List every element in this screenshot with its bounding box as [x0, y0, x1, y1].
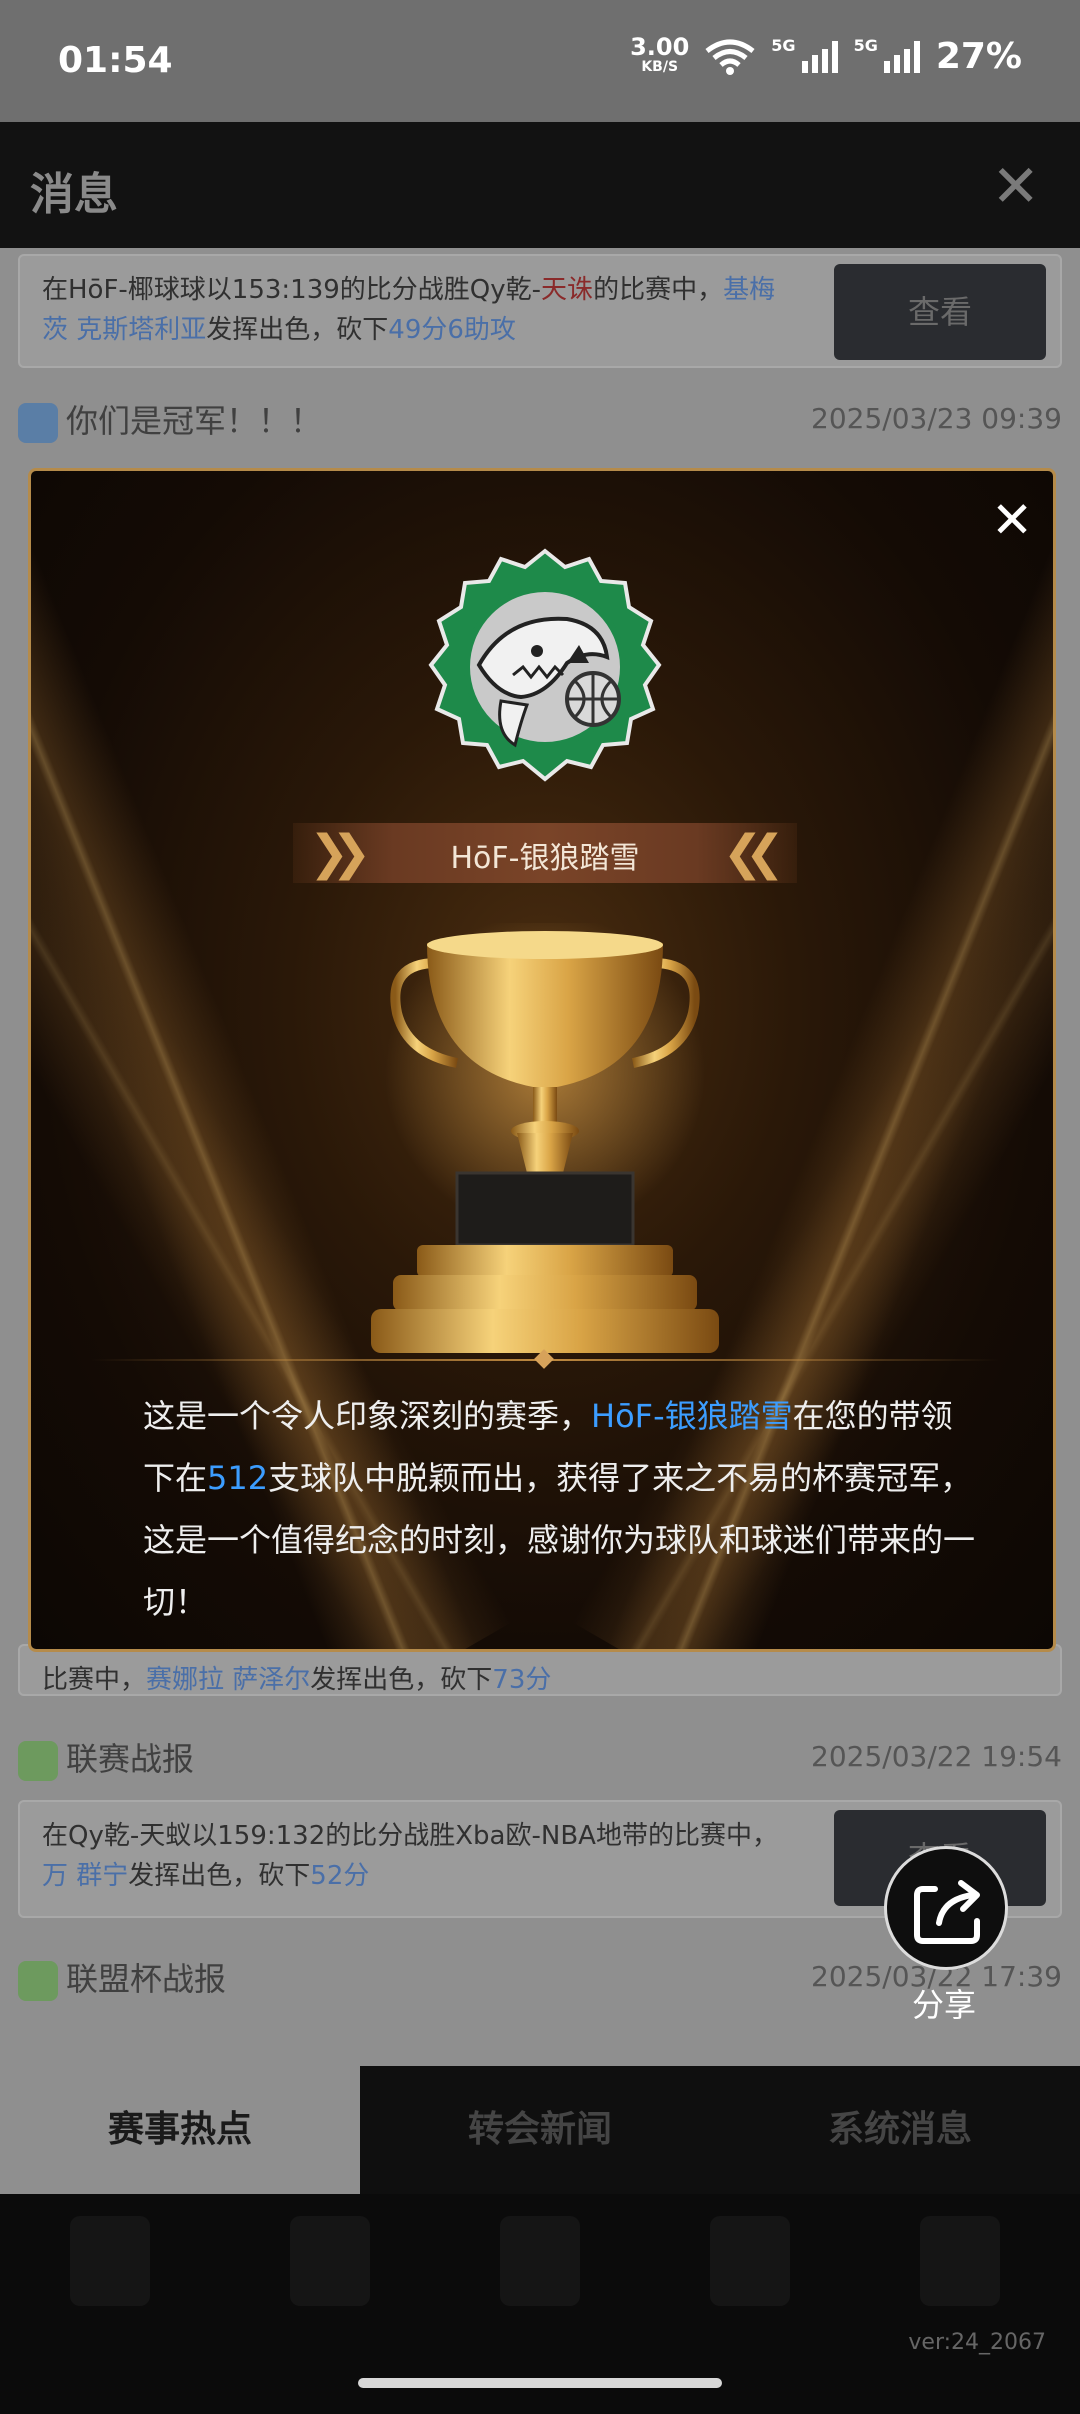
- team-name: HōF-银狼踏雪: [450, 841, 640, 876]
- message-title: 你们是冠军！！！: [66, 402, 323, 440]
- speaker-icon: [18, 1741, 58, 1781]
- message-card: 在HōF-椰球球以153:139的比分战胜Qy乾-天诛的比赛中，基梅茨 克斯塔利…: [18, 254, 1062, 368]
- network-type-2: 5G: [853, 36, 878, 55]
- bottom-tabs: 赛事热点 转会新闻 系统消息: [0, 2066, 1080, 2194]
- nav-icon[interactable]: [710, 2216, 790, 2306]
- message-row-champion[interactable]: 你们是冠军！！！ 2025/03/23 09:39: [18, 396, 1062, 456]
- stat-highlight: 49分6助攻: [388, 315, 516, 345]
- status-bar: 01:54 3.00 KB/S 5G 5G 27%: [0, 0, 1080, 122]
- speaker-icon: [18, 1961, 58, 2001]
- nav-icon[interactable]: [70, 2216, 150, 2306]
- message-text: 在Qy乾-天蚁以159:132的比分战胜Xba欧-NBA地带的比赛中，: [42, 1821, 778, 1851]
- battery-level: 27%: [935, 36, 1022, 77]
- nav-icon[interactable]: [290, 2216, 370, 2306]
- message-date: 2025/03/22 19:54: [811, 1740, 1062, 1773]
- team-name-banner: ❯❯ HōF-银狼踏雪 ❮❮: [293, 823, 797, 883]
- team-shark-logo: [428, 548, 662, 782]
- trophy-icon: [371, 923, 719, 1353]
- share-button[interactable]: [884, 1846, 1008, 1970]
- message-title: 联盟杯战报: [66, 1960, 227, 1998]
- signal-icon-2: [883, 40, 920, 73]
- message-text: 的比赛中，: [593, 275, 724, 305]
- divider: [91, 1349, 999, 1369]
- message-date: 2025/03/23 09:39: [811, 402, 1062, 435]
- description-text: 这是一个令人印象深刻的赛季，: [143, 1397, 592, 1435]
- page-header: 消息 ✕: [0, 122, 1080, 248]
- message-row-league[interactable]: 联赛战报 2025/03/22 19:54: [18, 1734, 1062, 1794]
- champion-description: 这是一个令人印象深刻的赛季，HōF-银狼踏雪在您的带领下在512支球队中脱颖而出…: [143, 1385, 983, 1633]
- description-text: 支球队中脱颖而出，获得了来之不易的杯赛冠军，这是一个值得纪念的时刻，感谢你为球队…: [143, 1459, 976, 1621]
- message-title: 联赛战报: [66, 1740, 195, 1778]
- message-text: 比赛中，: [42, 1665, 147, 1695]
- share-label: 分享: [912, 1986, 977, 2024]
- network-speed: 3.00 KB/S: [630, 35, 689, 77]
- tab-hot-events[interactable]: 赛事热点: [0, 2066, 360, 2194]
- stat-highlight: 73分: [492, 1665, 552, 1695]
- message-text: 发挥出色，砍下: [206, 315, 389, 345]
- close-icon[interactable]: ✕: [991, 152, 1040, 220]
- opponent-highlight: 天诛: [541, 275, 594, 305]
- version-label: ver:24_2067: [908, 2330, 1046, 2355]
- wifi-icon: [705, 39, 755, 75]
- share-icon: [914, 1880, 980, 1944]
- network-type-1: 5G: [771, 36, 796, 55]
- tab-transfer-news[interactable]: 转会新闻: [360, 2066, 720, 2194]
- home-indicator[interactable]: [358, 2378, 722, 2388]
- bottom-nav: ver:24_2067: [0, 2194, 1080, 2414]
- nav-icon[interactable]: [500, 2216, 580, 2306]
- champion-modal: ✕ ❯❯ HōF-银狼踏雪 ❮❮ 这是一个令人印象深刻的赛季，HōF-银狼踏雪在…: [28, 468, 1056, 1652]
- modal-close-icon[interactable]: ✕: [991, 491, 1033, 549]
- message-text: 在HōF-椰球球以153:139的比分战胜Qy乾-: [42, 275, 542, 305]
- chevron-left-icon: ❮❮: [722, 825, 786, 881]
- nav-icon[interactable]: [920, 2216, 1000, 2306]
- player-name-link[interactable]: 万 群宁: [42, 1861, 128, 1891]
- team-count-highlight: 512: [207, 1459, 269, 1497]
- signal-icon-1: [801, 40, 838, 73]
- view-button[interactable]: 查看: [834, 264, 1046, 360]
- tab-system-messages[interactable]: 系统消息: [720, 2066, 1080, 2194]
- status-icons: 3.00 KB/S 5G 5G 27%: [630, 35, 1022, 78]
- news-icon: [18, 403, 58, 443]
- message-text: 发挥出色，砍下: [128, 1861, 311, 1891]
- player-name-link[interactable]: 赛娜拉 萨泽尔: [146, 1665, 310, 1694]
- message-text: 发挥出色，砍下: [310, 1665, 493, 1695]
- page-title: 消息: [30, 169, 118, 220]
- team-name-highlight: HōF-银狼踏雪: [591, 1397, 793, 1435]
- clock: 01:54: [58, 40, 173, 81]
- stat-highlight: 52分: [310, 1861, 370, 1891]
